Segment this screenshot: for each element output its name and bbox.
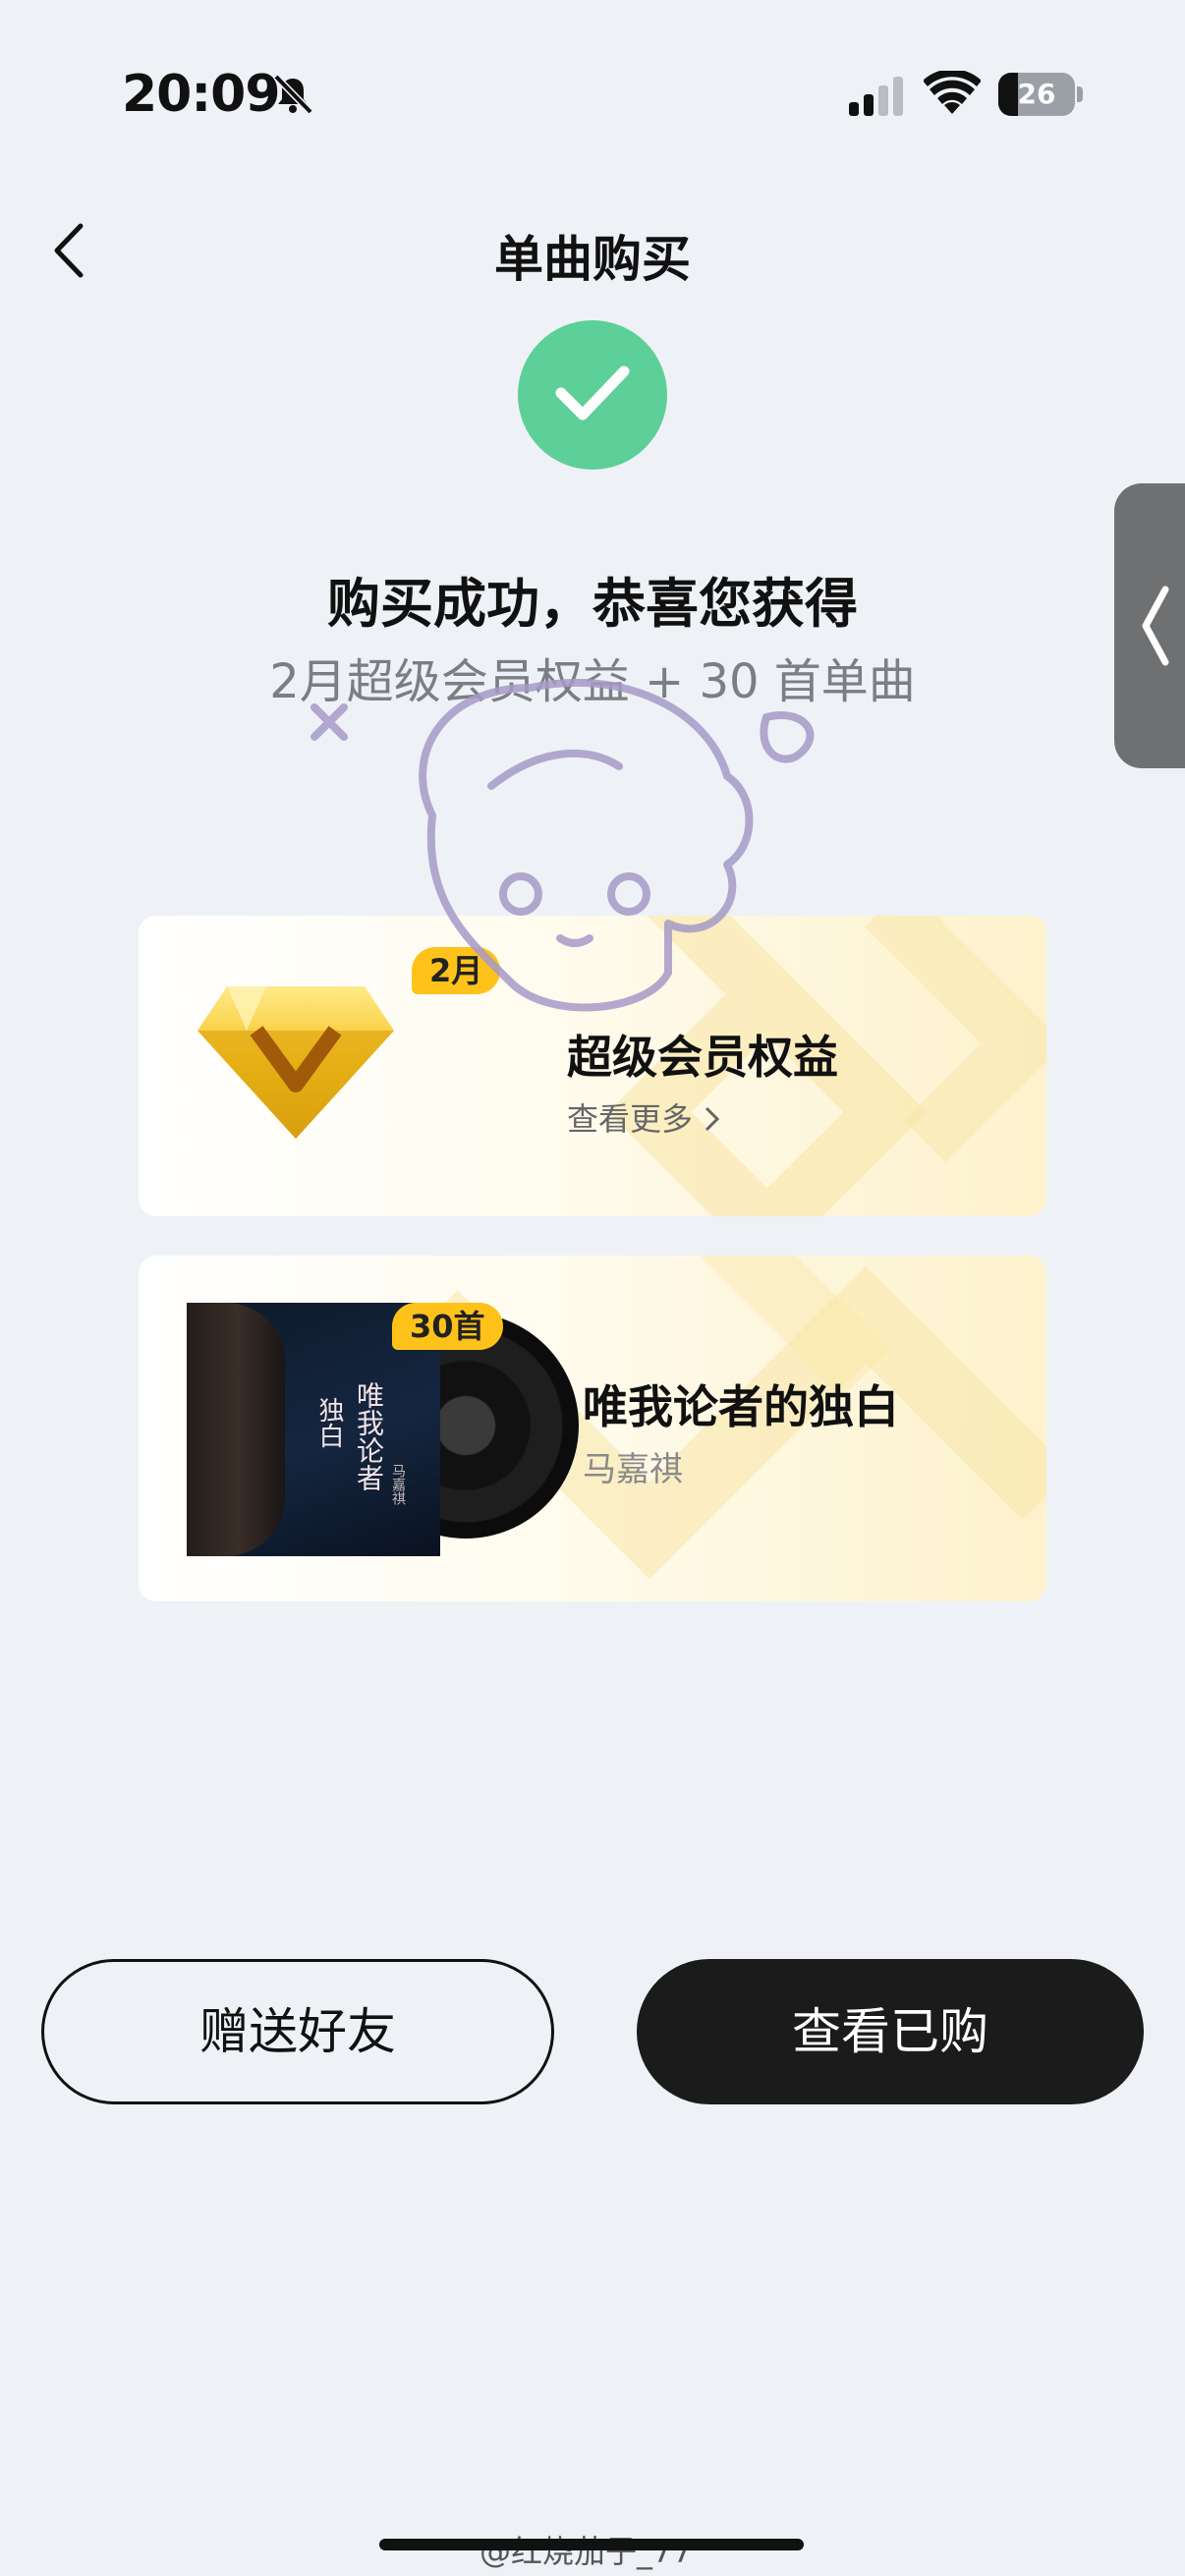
view-more-label: 查看更多 (567, 1100, 694, 1138)
album-cover-title: 唯我论者 (353, 1381, 385, 1491)
diamond-icon (198, 986, 394, 1139)
duration-badge: 2月 (412, 947, 501, 994)
view-more-link[interactable]: 查看更多 (567, 1094, 722, 1140)
home-indicator[interactable] (379, 2539, 804, 2550)
wifi-icon (924, 71, 981, 114)
battery-indicator: 26 (998, 73, 1083, 116)
status-bar: 20:09 26 (0, 0, 1185, 196)
status-time: 20:09 (122, 65, 281, 124)
battery-cap (1077, 86, 1083, 102)
checkmark-icon (555, 365, 630, 420)
view-purchased-button[interactable]: 查看已购 (637, 1959, 1144, 2104)
album-cover-artist: 马嘉祺 (390, 1464, 406, 1505)
vip-benefit-card[interactable]: 2月 超级会员权益 查看更多 (139, 916, 1046, 1216)
success-subtitle: 2月超级会员权益 + 30 首单曲 (269, 654, 916, 709)
song-count-badge: 30首 (392, 1303, 503, 1350)
bell-muted-icon (273, 74, 313, 115)
gift-to-friend-button[interactable]: 赠送好友 (41, 1959, 554, 2104)
song-card[interactable]: 唯我论者 独白 马嘉祺 30首 唯我论者的独白 马嘉祺 (139, 1256, 1046, 1601)
success-title: 购买成功，恭喜您获得 (327, 573, 858, 635)
nav-bar: 单曲购买 (0, 196, 1185, 305)
page-title: 单曲购买 (494, 231, 691, 288)
album-cover-subtitle: 独白 (314, 1397, 344, 1448)
song-artist: 马嘉祺 (583, 1450, 683, 1489)
song-title: 唯我论者的独白 (583, 1380, 899, 1433)
success-check-icon (518, 320, 667, 470)
vip-benefit-title: 超级会员权益 (567, 1031, 838, 1084)
battery-body: 26 (998, 73, 1075, 116)
album-cover-figure (187, 1303, 285, 1556)
battery-percentage: 26 (1017, 78, 1056, 110)
cellular-signal-icon (849, 77, 903, 116)
chevron-right-icon (705, 1106, 720, 1132)
